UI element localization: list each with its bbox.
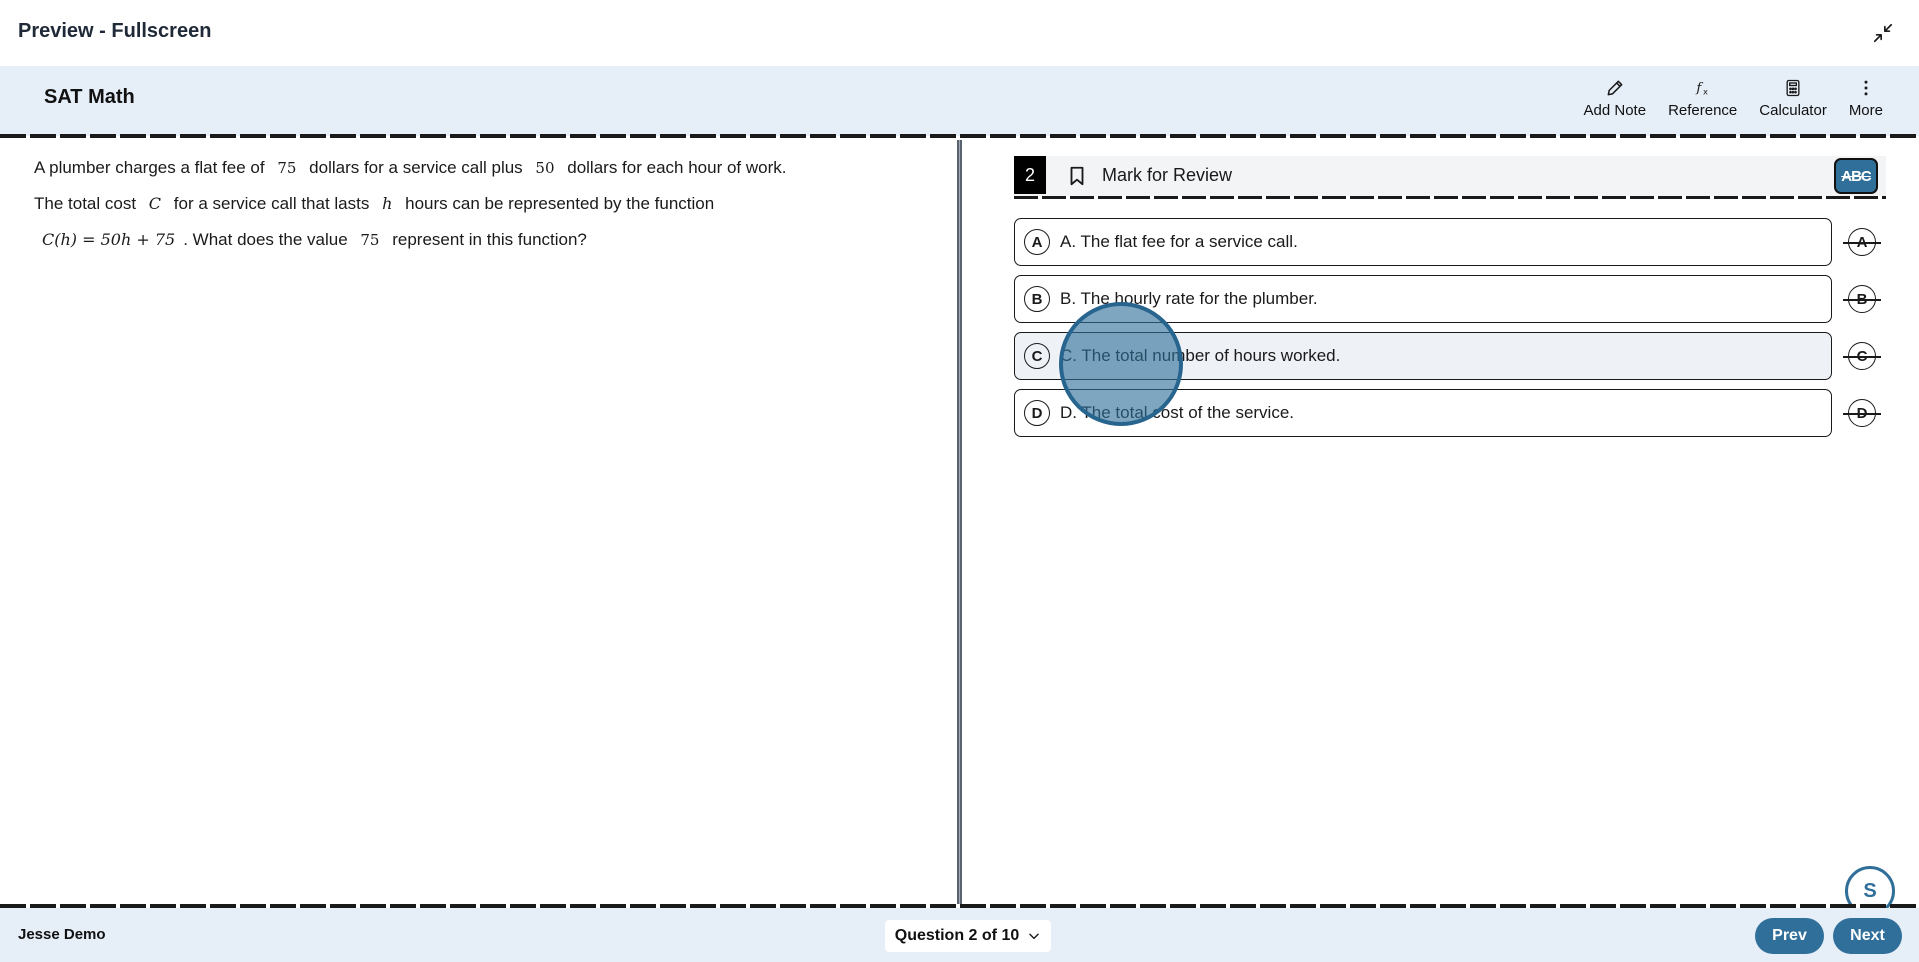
stem-text: dollars for a service call plus [309,158,523,177]
prev-button[interactable]: Prev [1755,918,1824,954]
add-note-button[interactable]: Add Note [1576,76,1655,121]
math-function: C(h) = 50h + 75 [42,230,176,249]
stem-text: dollars for each hour of work. [567,158,787,177]
answer-option-d[interactable]: D D. The total cost of the service. [1014,389,1832,437]
option-text: B. The hourly rate for the plumber. [1060,289,1318,308]
pencil-icon [1607,80,1623,96]
strike-option-b-button[interactable]: B [1843,285,1881,313]
preview-title: Preview - Fullscreen [18,20,212,42]
stem-text: The total cost [34,194,137,213]
option-letter: A [1024,229,1050,255]
option-letter: B [1024,286,1050,312]
answer-option-a[interactable]: A A. The flat fee for a service call. [1014,218,1832,266]
answer-option-c[interactable]: C C. The total number of hours worked. [1014,332,1832,380]
option-letter: C [1024,343,1050,369]
preview-bar: Preview - Fullscreen [0,0,1919,66]
next-button[interactable]: Next [1833,918,1902,954]
question-stem-pane: A plumber charges a flat fee of 75 dolla… [0,140,958,904]
question-navigator-label: Question 2 of 10 [894,927,1020,944]
option-row-c: C C. The total number of hours worked. C [1014,332,1886,389]
more-button[interactable]: More [1841,76,1891,121]
math-expression: C [148,194,162,213]
question-navigator[interactable]: Question 2 of 10 [885,920,1051,952]
header-divider [0,134,1919,138]
footer: Jesse Demo Question 2 of 10 Prev Next [0,908,1919,962]
reference-label: Reference [1668,102,1738,119]
stem-text: A plumber charges a flat fee of [34,158,265,177]
option-text: A. The flat fee for a service call. [1060,232,1298,251]
svg-text:f: f [1695,81,1703,96]
question-number: 2 [1014,156,1046,194]
strike-option-c-button[interactable]: C [1843,342,1881,370]
more-vertical-icon [1864,80,1868,96]
calculator-button[interactable]: Calculator [1751,76,1835,121]
math-expression: 75 [277,159,297,177]
more-label: More [1848,102,1883,119]
answer-option-b[interactable]: B B. The hourly rate for the plumber. [1014,275,1832,323]
calculator-label: Calculator [1759,102,1827,119]
stem-text: for a service call that lasts [173,194,370,213]
user-name: Jesse Demo [18,926,106,943]
eliminator-toggle-button[interactable]: ABC [1834,158,1878,194]
calculator-icon [1786,79,1800,97]
option-row-b: B B. The hourly rate for the plumber. B [1014,275,1886,332]
math-expression: h [382,194,393,213]
chevron-down-icon [1029,933,1040,940]
option-letter: D [1024,400,1050,426]
answer-options: A A. The flat fee for a service call. A … [1014,218,1886,446]
app-header: SAT Math Add Note f x Reference Calculat… [0,66,1919,136]
stem-text: hours can be represented by the function [405,194,715,213]
question-stem: A plumber charges a flat fee of 75 dolla… [34,150,924,258]
answer-pane: 2 Mark for Review ABC A A. The flat fee … [962,140,1919,904]
option-row-a: A A. The flat fee for a service call. A [1014,218,1886,275]
math-expression: 75 [360,231,380,249]
option-row-d: D D. The total cost of the service. D [1014,389,1886,446]
app-title: SAT Math [44,86,135,108]
question-header: 2 Mark for Review ABC [1014,156,1886,199]
exit-fullscreen-icon[interactable] [1872,22,1894,44]
stem-text: . What does the value [183,230,348,249]
option-text: D. The total cost of the service. [1060,403,1295,422]
math-expression: 50 [535,159,555,177]
stem-text: represent in this function? [392,230,587,249]
function-icon: f x [1695,81,1708,97]
option-text: C. The total number of hours worked. [1060,346,1341,365]
bookmark-icon[interactable] [1066,164,1088,188]
mark-for-review[interactable]: Mark for Review [1102,165,1232,186]
svg-text:x: x [1703,87,1708,97]
question-header-divider [1014,196,1886,199]
reference-button[interactable]: f x Reference [1660,76,1745,121]
add-note-label: Add Note [1583,102,1647,119]
strike-option-d-button[interactable]: D [1843,399,1881,427]
toolbar: Add Note f x Reference Calculator More [1576,76,1891,121]
strike-option-a-button[interactable]: A [1843,228,1881,256]
